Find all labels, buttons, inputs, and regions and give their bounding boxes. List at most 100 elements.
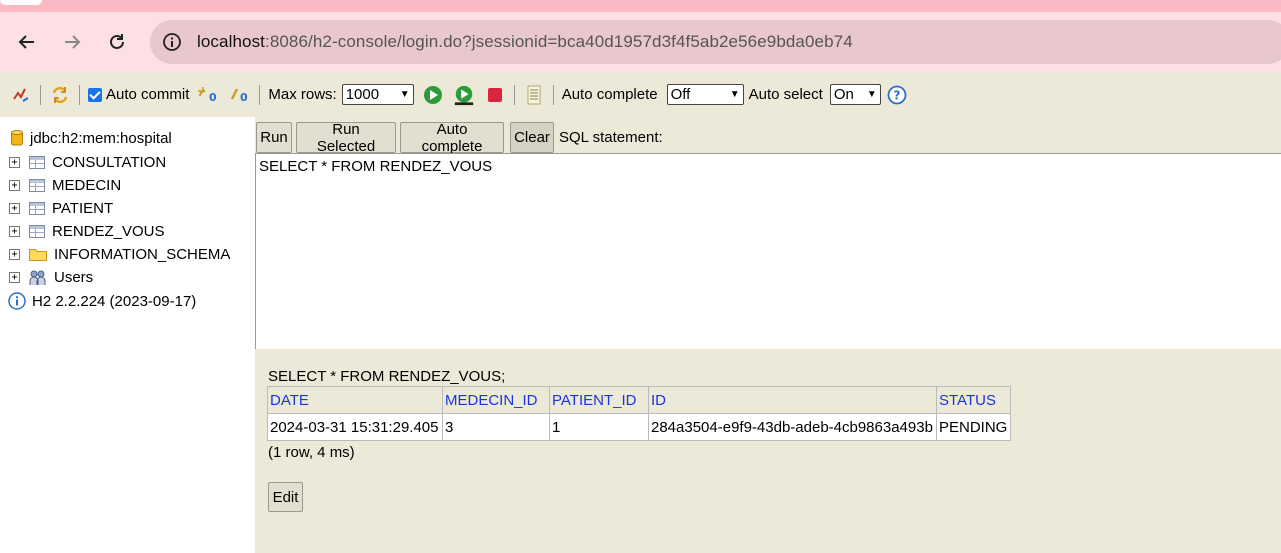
database-icon (11, 129, 23, 147)
tree-item-consultation[interactable]: + CONSULTATION (0, 151, 166, 173)
url-path: :8086/h2-console/login.do?jsessionid=bca… (265, 32, 853, 51)
tree-item-information-schema[interactable]: + INFORMATION_SCHEMA (0, 243, 230, 265)
rollback-icon[interactable]: 0 (197, 84, 219, 106)
toolbar-separator (259, 84, 261, 105)
schema-tree: jdbc:h2:mem:hospital + CONSULTATION + ME… (0, 117, 255, 553)
cell-patient-id: 1 (549, 413, 649, 441)
tree-item-label: Users (54, 268, 94, 286)
forward-button[interactable] (59, 29, 85, 55)
connection-label: jdbc:h2:mem:hospital (30, 129, 172, 147)
commit-icon[interactable]: 0 (229, 84, 251, 106)
run-icon[interactable] (422, 84, 444, 106)
column-header-id[interactable]: ID (648, 386, 937, 414)
toolbar-separator (79, 84, 80, 105)
expand-icon[interactable]: + (9, 179, 20, 191)
results-table: DATE MEDECIN_ID PATIENT_ID ID STATUS 202… (267, 386, 1011, 441)
refresh-icon[interactable] (49, 84, 71, 106)
column-header-medecin-id[interactable]: MEDECIN_ID (442, 386, 550, 414)
executed-statement: SELECT * FROM RENDEZ_VOUS; (268, 368, 506, 385)
cell-date: 2024-03-31 15:31:29.405 (267, 413, 443, 441)
back-button[interactable] (14, 29, 40, 55)
expand-icon[interactable]: + (9, 156, 20, 168)
arrow-left-icon (18, 35, 34, 49)
reload-icon (110, 34, 124, 49)
address-bar[interactable]: localhost:8086/h2-console/login.do?jsess… (150, 20, 1281, 64)
users-icon (29, 269, 47, 286)
expand-icon[interactable]: + (9, 202, 20, 214)
max-rows-select[interactable]: 1000 ▼ (341, 84, 414, 105)
auto-select-value: On (833, 86, 854, 103)
run-button[interactable]: Run (256, 122, 292, 153)
table-icon (29, 224, 45, 238)
toolbar-separator (40, 84, 41, 105)
url-host: localhost (197, 32, 265, 51)
result-summary: (1 row, 4 ms) (268, 444, 355, 461)
cell-medecin-id: 3 (442, 413, 550, 441)
info-icon (8, 292, 26, 310)
edit-button[interactable]: Edit (268, 482, 303, 512)
expand-icon[interactable]: + (9, 271, 20, 283)
toolbar-separator (513, 84, 515, 105)
browser-navbar: localhost:8086/h2-console/login.do?jsess… (0, 12, 1281, 72)
table-row: 2024-03-31 15:31:29.405 3 1 284a3504-e9f… (267, 413, 1011, 441)
reload-button[interactable] (104, 29, 130, 55)
tree-item-label: INFORMATION_SCHEMA (54, 245, 231, 263)
table-icon (29, 155, 45, 169)
tree-item-label: RENDEZ_VOUS (52, 222, 165, 240)
table-header-row: DATE MEDECIN_ID PATIENT_ID ID STATUS (267, 386, 1011, 414)
expand-icon[interactable]: + (9, 225, 20, 237)
svg-text:0: 0 (209, 91, 217, 104)
cell-id: 284a3504-e9f9-43db-adeb-4cb9863a493b (648, 413, 937, 441)
auto-complete-select[interactable]: Off ▼ (666, 84, 744, 105)
active-tab-edge[interactable] (0, 0, 42, 5)
auto-complete-label: Auto complete (561, 86, 658, 103)
column-header-patient-id[interactable]: PATIENT_ID (549, 386, 649, 414)
folder-icon (29, 247, 47, 261)
url-text[interactable]: localhost:8086/h2-console/login.do?jsess… (197, 32, 853, 52)
chevron-down-icon: ▼ (866, 89, 877, 100)
table-icon (29, 201, 45, 215)
cell-status: PENDING (936, 413, 1011, 441)
tree-item-medecin[interactable]: + MEDECIN (0, 174, 121, 196)
column-header-date[interactable]: DATE (267, 386, 443, 414)
max-rows-label: Max rows: (268, 86, 337, 103)
auto-select-select[interactable]: On ▼ (829, 84, 881, 105)
max-rows-value: 1000 (345, 86, 380, 103)
query-panel: Run Run Selected Auto complete Clear SQL… (255, 117, 1281, 353)
clear-button[interactable]: Clear (510, 122, 554, 153)
sql-editor[interactable]: SELECT * FROM RENDEZ_VOUS (255, 153, 1281, 349)
history-icon[interactable] (523, 84, 545, 106)
h2-toolbar: Auto commit 0 0 Max rows: 1000 ▼ Auto com… (0, 72, 1281, 117)
auto-select-label: Auto select (748, 86, 823, 103)
auto-commit-label: Auto commit (106, 86, 190, 103)
column-header-status[interactable]: STATUS (936, 386, 1011, 414)
site-info-icon[interactable] (161, 31, 183, 53)
tree-connection[interactable]: jdbc:h2:mem:hospital (0, 127, 172, 149)
disconnect-icon[interactable] (10, 84, 32, 106)
stop-icon[interactable] (484, 84, 506, 106)
tree-item-label: MEDECIN (52, 176, 122, 194)
run-selected-button[interactable]: Run Selected (296, 121, 396, 155)
tree-item-label: CONSULTATION (52, 153, 167, 171)
version-label: H2 2.2.224 (2023-09-17) (32, 292, 197, 310)
auto-complete-button[interactable]: Auto complete (400, 121, 504, 155)
toolbar-separator (552, 84, 554, 105)
chevron-down-icon: ▼ (729, 89, 740, 100)
auto-complete-value: Off (670, 86, 691, 103)
sql-statement-label: SQL statement: (559, 129, 663, 146)
tree-item-patient[interactable]: + PATIENT (0, 197, 113, 219)
tree-item-users[interactable]: + Users (0, 266, 93, 288)
svg-text:0: 0 (240, 91, 248, 104)
tree-item-label: PATIENT (52, 199, 114, 217)
run-selected-icon[interactable] (453, 84, 475, 106)
tree-version: H2 2.2.224 (2023-09-17) (0, 290, 196, 312)
auto-commit-checkbox[interactable] (88, 87, 102, 102)
svg-text:?: ? (893, 88, 900, 102)
table-icon (29, 178, 45, 192)
expand-icon[interactable]: + (9, 248, 20, 260)
help-icon[interactable]: ? (886, 84, 908, 106)
results-panel: SELECT * FROM RENDEZ_VOUS; DATE MEDECIN_… (255, 353, 1281, 553)
arrow-right-icon (65, 35, 81, 49)
tree-item-rendez-vous[interactable]: + RENDEZ_VOUS (0, 220, 165, 242)
browser-tab-strip (0, 0, 1281, 12)
